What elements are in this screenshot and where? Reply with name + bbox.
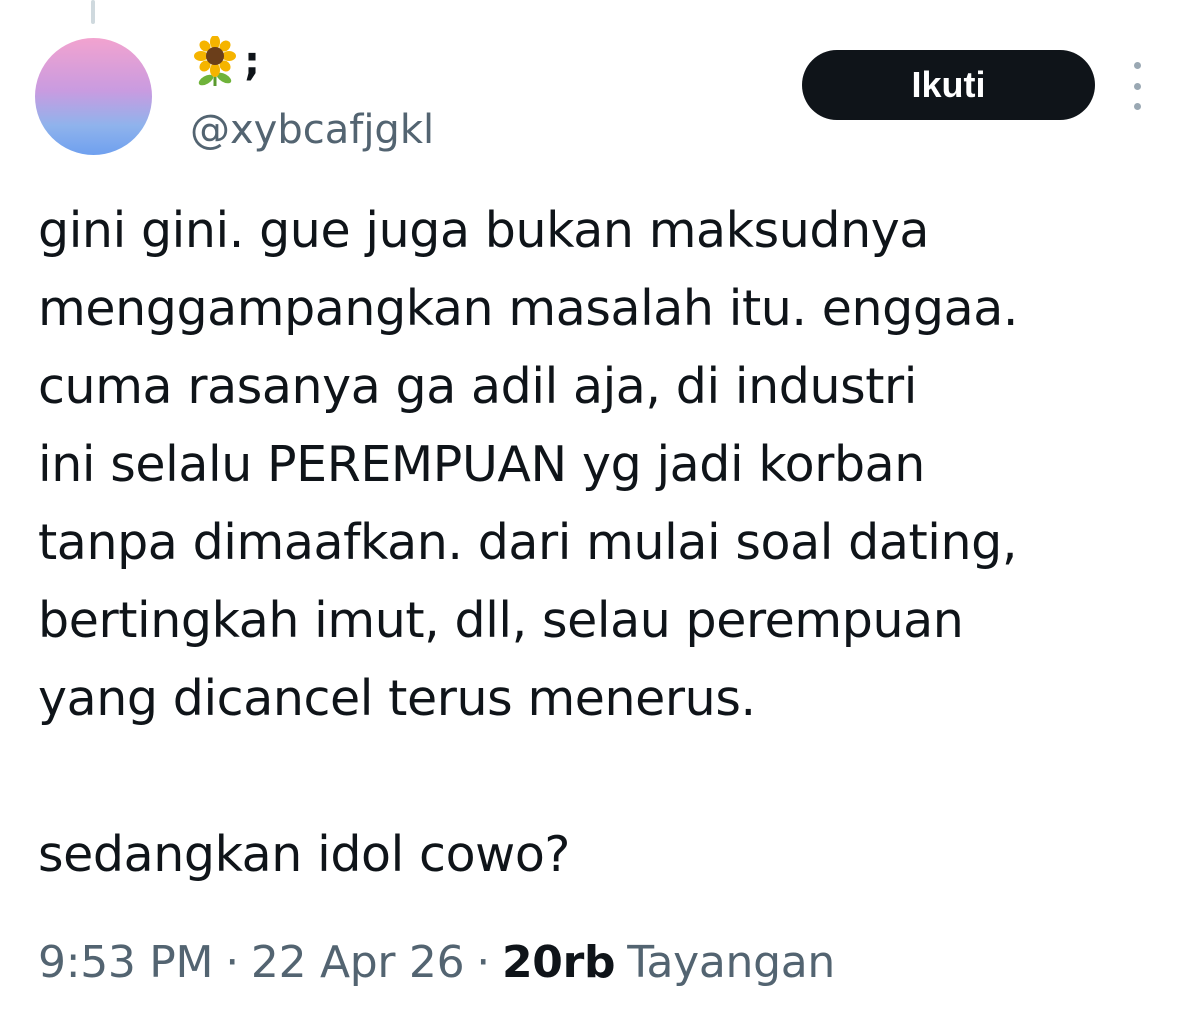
tweet-date[interactable]: 22 Apr 26	[251, 937, 465, 988]
more-dot	[1133, 62, 1141, 69]
separator-dot: ·	[225, 936, 239, 988]
tweet-time[interactable]: 9:53 PM	[38, 937, 214, 988]
tweet-text: gini gini. gue juga bukan maksudnya meng…	[38, 192, 1188, 894]
views-count[interactable]: 20rb	[502, 937, 616, 988]
views-label[interactable]: Tayangan	[627, 937, 835, 988]
thread-connector-line	[91, 0, 95, 24]
more-dot	[1133, 103, 1141, 110]
display-name[interactable]: ;	[190, 36, 260, 88]
tweet-metadata: 9:53 PM · 22 Apr 26 · 20rb Tayangan	[38, 930, 835, 994]
more-dot	[1133, 82, 1141, 90]
user-handle[interactable]: @xybcafjgkl	[190, 104, 434, 156]
avatar[interactable]	[35, 38, 152, 155]
tweet-text-line: sedangkan idol cowo?	[38, 826, 571, 883]
tweet-text-line: ini selalu PEREMPUAN yg jadi korban	[38, 436, 925, 493]
sunflower-icon	[194, 36, 236, 86]
tweet-text-line: gini gini. gue juga bukan maksudnya	[38, 202, 929, 259]
more-vertical-icon[interactable]	[1122, 62, 1152, 110]
follow-button[interactable]: Ikuti	[802, 50, 1095, 120]
tweet-text-line: cuma rasanya ga adil aja, di industri	[38, 358, 917, 415]
separator-dot: ·	[476, 936, 490, 988]
display-name-text: ;	[244, 39, 260, 85]
tweet-text-line: yang dicancel terus menerus.	[38, 670, 756, 727]
tweet-text-line: tanpa dimaafkan. dari mulai soal dating,	[38, 514, 1018, 571]
tweet-text-line: menggampangkan masalah itu. enggaa.	[38, 280, 1019, 337]
tweet-text-line: bertingkah imut, dll, selau perempuan	[38, 592, 964, 649]
